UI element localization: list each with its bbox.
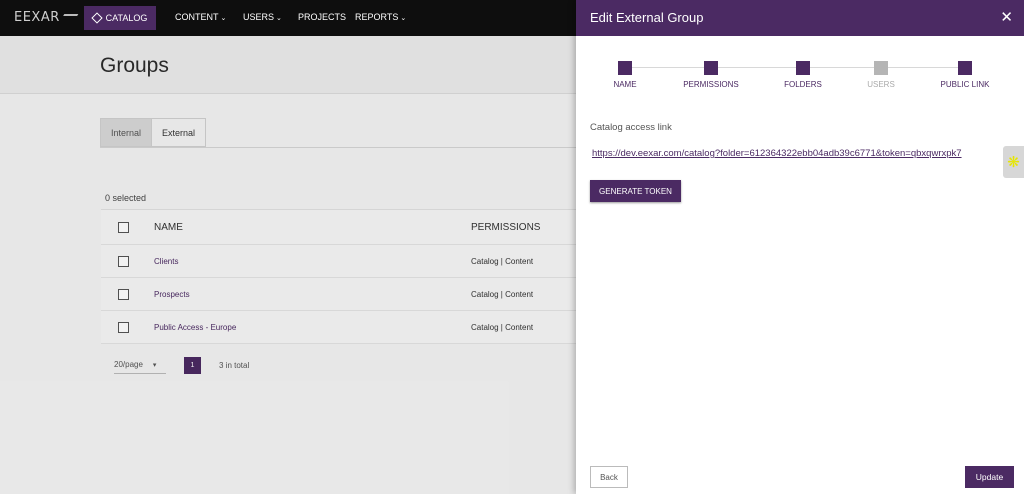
back-button[interactable]: Back: [590, 466, 628, 488]
step-public-link-marker[interactable]: [958, 61, 972, 75]
step-folders-marker[interactable]: [796, 61, 810, 75]
close-icon[interactable]: ✕: [1000, 8, 1013, 26]
nav-content-label: CONTENT: [175, 12, 219, 22]
cube-icon: [90, 12, 103, 24]
access-link-label: Catalog access link: [590, 122, 672, 133]
step-label-public-link[interactable]: PUBLIC LINK: [925, 80, 1005, 89]
stepper-line: [632, 67, 958, 68]
nav-projects[interactable]: PROJECTS: [298, 12, 346, 22]
chevron-down-icon: ⌄: [276, 15, 282, 22]
step-users-marker[interactable]: [874, 61, 888, 75]
brand-logo[interactable]: EEXAR: [14, 10, 79, 25]
logo-bird-icon: [59, 13, 79, 22]
nav-catalog-button[interactable]: CATALOG: [84, 6, 156, 30]
step-label-permissions[interactable]: PERMISSIONS: [671, 80, 751, 89]
logo-text: EEXAR: [14, 10, 60, 25]
drawer-header: Edit External Group ✕: [576, 0, 1024, 36]
step-label-users[interactable]: USERS: [841, 80, 921, 89]
nav-content[interactable]: CONTENT ⌄: [175, 12, 226, 22]
catalog-access-link[interactable]: https://dev.eexar.com/catalog?folder=612…: [592, 148, 1006, 159]
nav-users[interactable]: USERS ⌄: [243, 12, 282, 22]
drawer-title: Edit External Group: [590, 10, 704, 25]
chevron-down-icon: ⌄: [400, 15, 407, 22]
step-name-marker[interactable]: [618, 61, 632, 75]
update-button[interactable]: Update: [965, 466, 1014, 488]
generate-token-button[interactable]: GENERATE TOKEN: [590, 180, 681, 202]
step-permissions-marker[interactable]: [704, 61, 718, 75]
nav-catalog-label: CATALOG: [105, 13, 148, 23]
step-label-folders[interactable]: FOLDERS: [763, 80, 843, 89]
nav-projects-label: PROJECTS: [298, 12, 347, 22]
nav-reports-label: REPORTS: [355, 12, 399, 22]
modal-overlay[interactable]: [0, 36, 576, 494]
nav-reports[interactable]: REPORTS ⌄: [355, 12, 406, 22]
chevron-down-icon: ⌄: [220, 15, 227, 22]
nav-users-label: USERS: [243, 12, 275, 22]
feedback-widget-icon[interactable]: ❋: [1003, 146, 1024, 178]
step-label-name[interactable]: NAME: [585, 80, 665, 89]
